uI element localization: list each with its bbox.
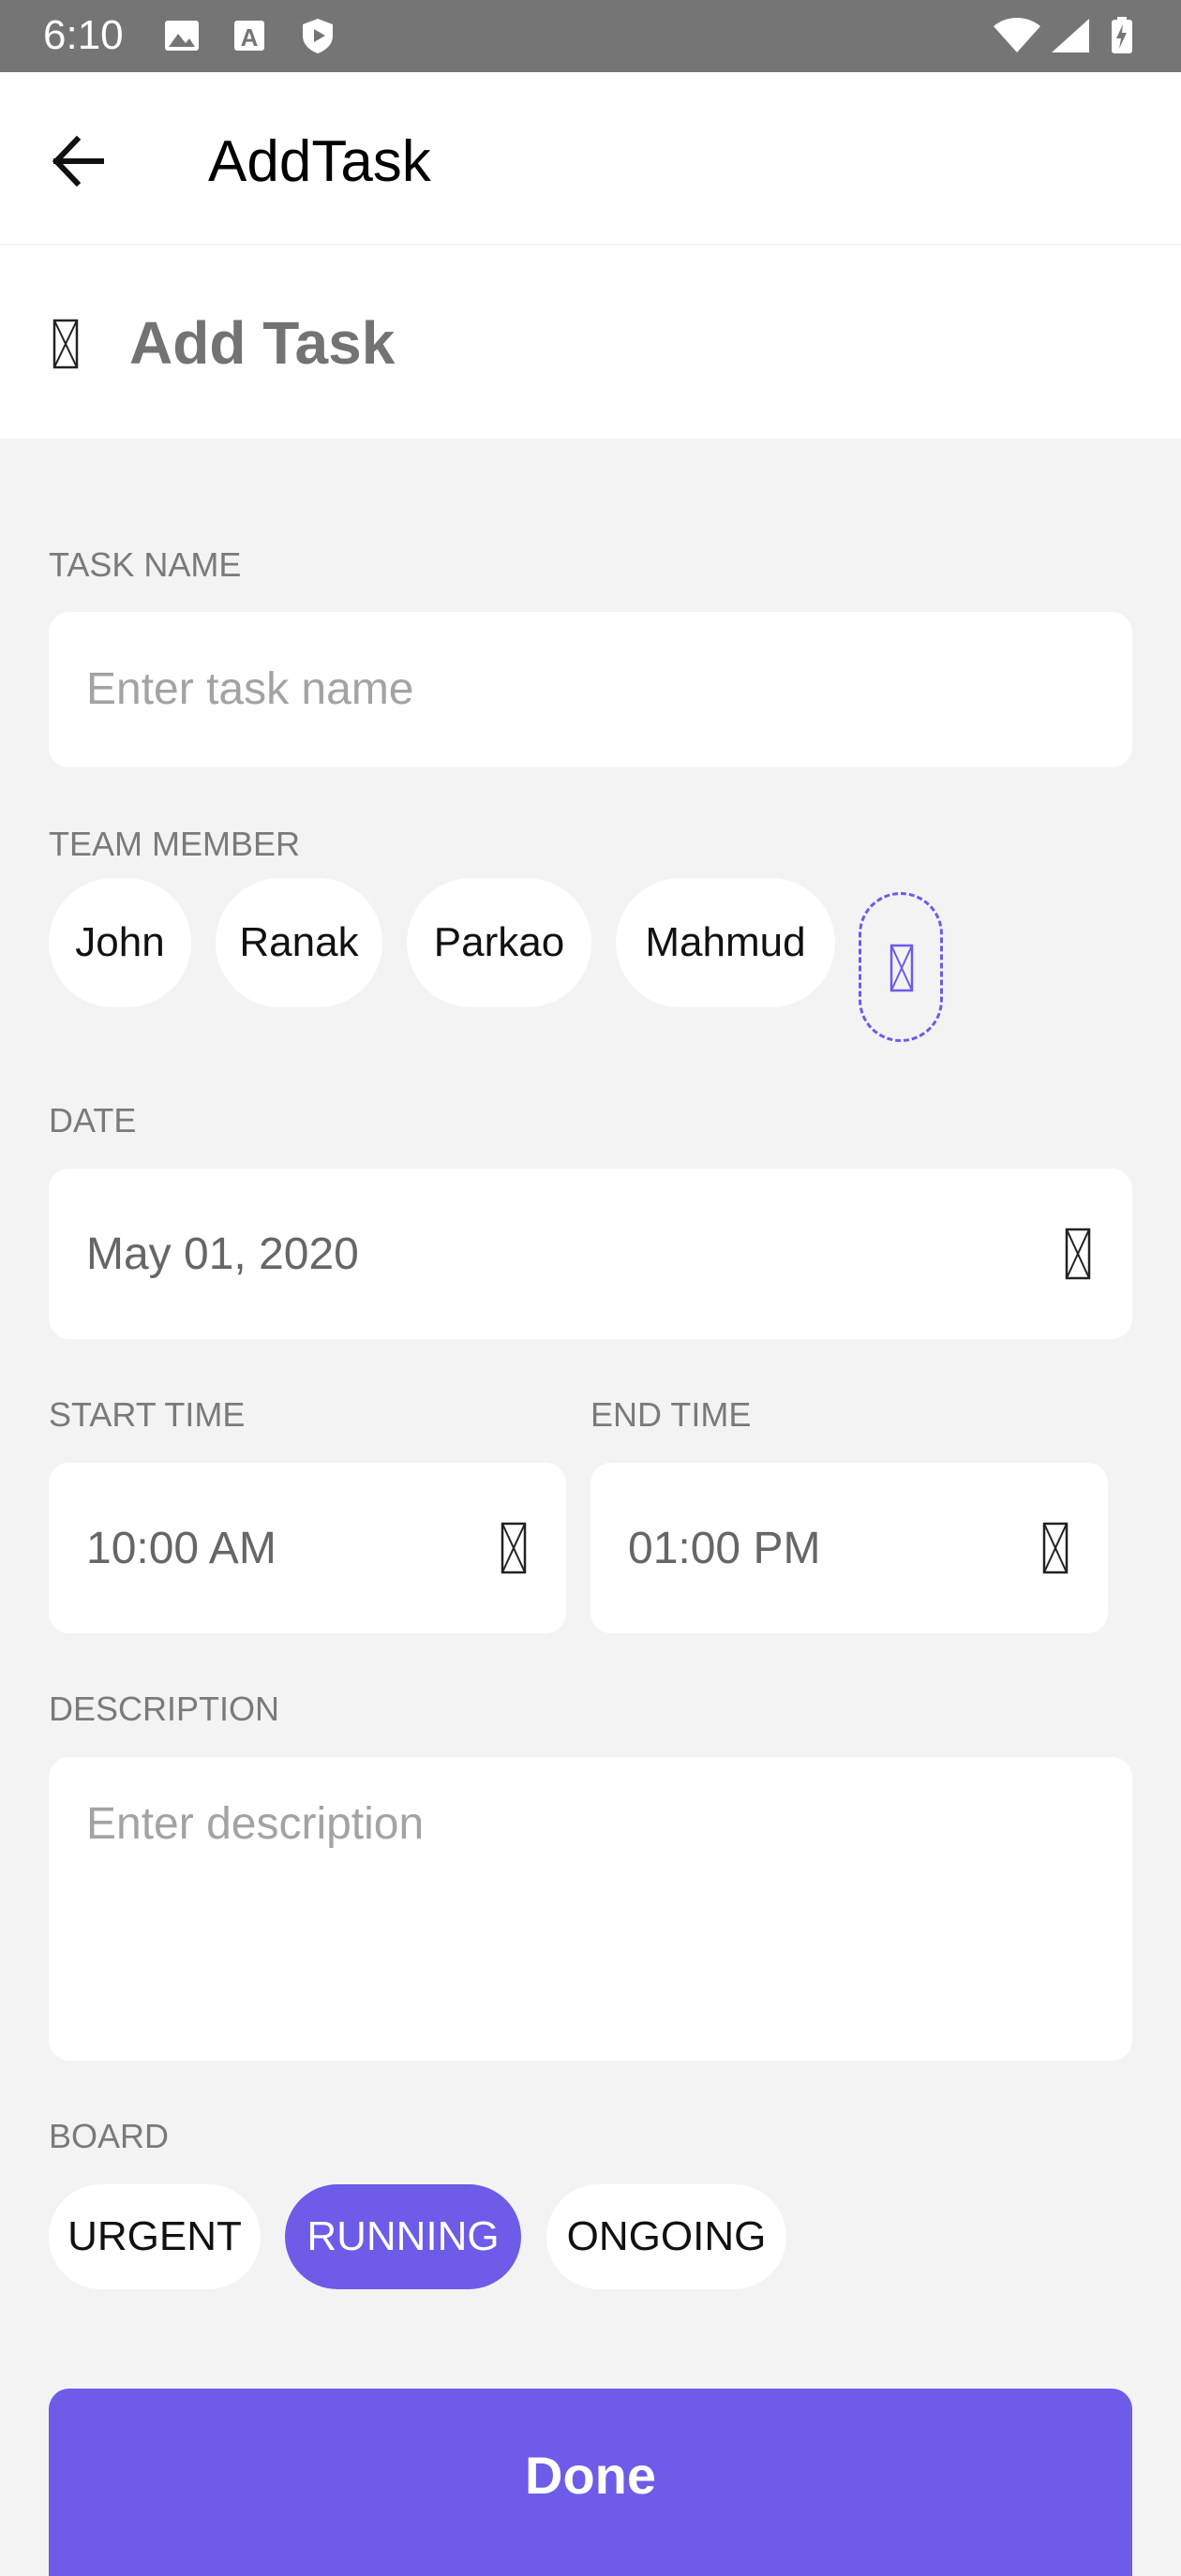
end-time-field[interactable]: 01:00 PM — [590, 1463, 1108, 1633]
team-member-label: TEAM MEMBER — [49, 825, 301, 863]
date-field[interactable]: May 01, 2020 — [49, 1169, 1132, 1339]
description-placeholder: Enter description — [86, 1799, 425, 1849]
task-name-input[interactable]: Enter task name — [49, 612, 1132, 767]
date-value: May 01, 2020 — [86, 1229, 359, 1279]
missing-glyph-icon — [52, 319, 79, 369]
back-button[interactable] — [37, 119, 122, 203]
missing-glyph-icon — [1042, 1522, 1069, 1574]
member-chip-parkao[interactable]: Parkao — [407, 878, 591, 1007]
signal-icon — [1052, 19, 1089, 52]
description-label: DESCRIPTION — [49, 1690, 280, 1728]
member-chip-ranak[interactable]: Ranak — [216, 878, 382, 1007]
status-bar: 6:10 A — [0, 0, 1181, 72]
status-time: 6:10 — [43, 12, 124, 58]
end-time-value: 01:00 PM — [628, 1524, 821, 1573]
date-label: DATE — [49, 1101, 137, 1139]
battery-icon — [1112, 17, 1132, 53]
start-time-value: 10:00 AM — [86, 1524, 277, 1573]
add-member-button[interactable] — [859, 892, 943, 1042]
app-bar: AddTask — [0, 72, 1181, 244]
start-time-field[interactable]: 10:00 AM — [49, 1463, 566, 1633]
a-icon: A — [234, 21, 264, 52]
board-chip-running[interactable]: RUNNING — [285, 2184, 521, 2289]
wifi-icon — [994, 18, 1040, 52]
description-input[interactable]: Enter description — [49, 1757, 1132, 2061]
image-icon — [165, 21, 199, 51]
task-name-label: TASK NAME — [49, 545, 242, 584]
header-title: Add Task — [129, 309, 396, 377]
member-chip-john[interactable]: John — [49, 878, 191, 1007]
play-shield-icon — [303, 19, 333, 53]
board-label: BOARD — [49, 2117, 170, 2155]
missing-glyph-icon — [1065, 1228, 1091, 1280]
done-button[interactable]: Done — [49, 2389, 1132, 2576]
board-chip-urgent[interactable]: URGENT — [49, 2184, 261, 2289]
member-chip-mahmud[interactable]: Mahmud — [616, 878, 835, 1007]
end-time-label: END TIME — [590, 1395, 752, 1434]
board-chip-ongoing[interactable]: ONGOING — [546, 2184, 786, 2289]
start-time-label: START TIME — [49, 1395, 246, 1434]
svg-text:A: A — [241, 23, 259, 52]
app-bar-title: AddTask — [208, 129, 431, 194]
missing-glyph-icon — [501, 1522, 527, 1574]
missing-glyph-icon — [889, 944, 914, 992]
task-name-placeholder: Enter task name — [86, 664, 414, 714]
arrow-back-icon — [52, 135, 104, 187]
